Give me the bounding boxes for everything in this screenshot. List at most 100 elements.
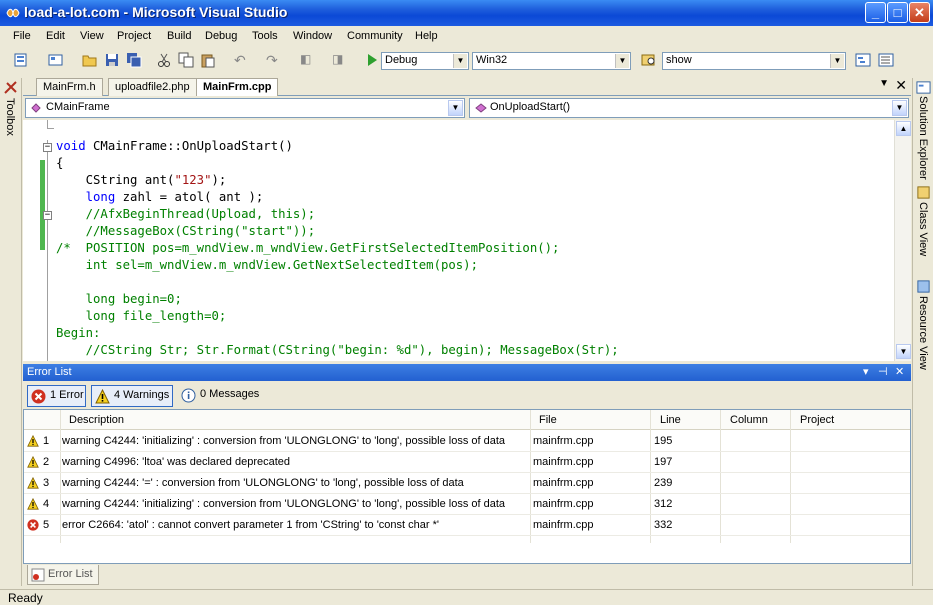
row-description: warning C4244: 'initializing' : conversi…: [62, 498, 506, 510]
class-icon: [31, 103, 41, 113]
active-files-dropdown-icon[interactable]: ▼: [879, 78, 889, 89]
row-file: mainfrm.cpp: [533, 519, 594, 531]
toolbox-tab[interactable]: Toolbox: [4, 98, 16, 136]
code-line: Begin:: [56, 325, 100, 342]
collapse-icon[interactable]: −: [43, 211, 52, 220]
navigate-forward-icon[interactable]: ◨: [332, 52, 348, 68]
scroll-up-icon[interactable]: ▲: [896, 121, 911, 136]
status-bar: Ready: [0, 589, 933, 605]
errors-filter-button[interactable]: 1 Error: [27, 385, 86, 407]
column-header-column[interactable]: Column: [730, 414, 768, 426]
toolbox-icon[interactable]: [3, 80, 19, 96]
error-list-table: Description File Line Column Project 1 wa…: [23, 409, 911, 564]
solution-configuration-dropdown[interactable]: Debug ▼: [381, 52, 469, 70]
copy-icon[interactable]: [178, 52, 194, 68]
table-row[interactable]: 2 warning C4996: 'ltoa' was declared depr…: [24, 452, 910, 473]
menu-tools[interactable]: Tools: [252, 30, 278, 42]
warnings-filter-label: 4 Warnings: [114, 389, 170, 401]
properties-icon[interactable]: [878, 52, 894, 68]
code-token: );: [211, 173, 227, 187]
error-list-title: Error List: [27, 366, 72, 378]
close-button[interactable]: ✕: [909, 2, 930, 23]
code-line: //MessageBox(CString("start"));: [56, 223, 316, 240]
tab-uploadfile2-php[interactable]: uploadfile2.php: [108, 78, 197, 96]
table-row[interactable]: 4 warning C4244: 'initializing' : convers…: [24, 494, 910, 515]
table-row[interactable]: 3 warning C4244: '=' : conversion from 'U…: [24, 473, 910, 494]
code-editor[interactable]: − − void CMainFrame::OnUploadStart(){ CS…: [23, 120, 894, 361]
new-project-icon[interactable]: [14, 52, 30, 68]
error-icon: [27, 519, 39, 534]
tab-mainfrm-h[interactable]: MainFrm.h: [36, 78, 103, 96]
add-item-icon[interactable]: [48, 52, 64, 68]
row-file: mainfrm.cpp: [533, 456, 594, 468]
method-icon: [475, 103, 487, 113]
menu-edit[interactable]: Edit: [46, 30, 65, 42]
tab-mainfrm-cpp[interactable]: MainFrm.cpp: [196, 78, 279, 97]
maximize-button[interactable]: □: [887, 2, 908, 23]
column-header-description[interactable]: Description: [69, 414, 124, 426]
editor-vertical-scrollbar[interactable]: ▲ ▼: [894, 120, 911, 361]
find-in-files-icon[interactable]: [641, 52, 657, 68]
window-position-dropdown-icon[interactable]: ▾: [863, 365, 869, 378]
error-list-panel: Error List ▾ ⊣ ✕ 1 Error 4 Warnings 0 Me…: [23, 364, 911, 564]
warnings-filter-button[interactable]: 4 Warnings: [91, 385, 173, 407]
resource-view-tab[interactable]: Resource View: [917, 296, 929, 370]
column-header-line[interactable]: Line: [660, 414, 681, 426]
cut-icon[interactable]: [156, 52, 172, 68]
code-token: long begin=0;: [56, 292, 182, 306]
chevron-down-icon: ▼: [448, 100, 463, 116]
error-list-bottom-tab[interactable]: Error List: [27, 565, 99, 585]
save-icon[interactable]: [104, 52, 120, 68]
close-document-icon[interactable]: ✕: [895, 77, 907, 94]
warning-icon: [27, 476, 39, 492]
paste-icon[interactable]: [200, 52, 216, 68]
solution-platform-dropdown[interactable]: Win32 ▼: [472, 52, 631, 70]
redo-icon[interactable]: ↷: [266, 52, 282, 68]
menu-build[interactable]: Build: [167, 30, 191, 42]
solution-explorer-icon[interactable]: [855, 52, 871, 68]
find-combo[interactable]: show ▼: [662, 52, 846, 70]
member-dropdown-value: OnUploadStart(): [490, 101, 571, 113]
navigate-backward-icon[interactable]: ◧: [300, 52, 316, 68]
code-token: {: [56, 156, 64, 170]
open-file-icon[interactable]: [82, 52, 98, 68]
class-dropdown[interactable]: CMainFrame ▼: [25, 98, 465, 118]
save-all-icon[interactable]: [126, 52, 142, 68]
menu-help[interactable]: Help: [415, 30, 438, 42]
row-file: mainfrm.cpp: [533, 498, 594, 510]
collapse-icon[interactable]: −: [43, 143, 52, 152]
scroll-down-icon[interactable]: ▼: [896, 344, 911, 359]
undo-icon[interactable]: ↶: [234, 52, 250, 68]
table-row[interactable]: 5 error C2664: 'atol' : cannot convert pa…: [24, 515, 910, 536]
messages-filter-button[interactable]: 0 Messages: [178, 385, 263, 407]
code-token: void: [56, 139, 94, 153]
solution-configuration-value: Debug: [385, 54, 418, 66]
fold-end-marker: [47, 120, 54, 129]
code-line: int sel=m_wndView.m_wndView.GetNextSelec…: [56, 257, 478, 274]
row-number: 2: [43, 456, 50, 468]
code-line: long begin=0;: [56, 291, 182, 308]
member-dropdown[interactable]: OnUploadStart() ▼: [469, 98, 909, 118]
find-combo-value: show: [666, 54, 692, 66]
menu-window[interactable]: Window: [293, 30, 332, 42]
table-row[interactable]: 1 warning C4244: 'initializing' : convers…: [24, 431, 910, 452]
error-filter-bar: 1 Error 4 Warnings 0 Messages: [23, 381, 911, 409]
menu-view[interactable]: View: [80, 30, 104, 42]
menu-project[interactable]: Project: [117, 30, 151, 42]
status-text: Ready: [8, 591, 43, 605]
title-bar: load-a-lot.com - Microsoft Visual Studio…: [0, 0, 933, 26]
column-header-file[interactable]: File: [539, 414, 557, 426]
start-debugging-icon[interactable]: [364, 52, 380, 68]
code-token: //MessageBox(CString("start"));: [56, 224, 316, 238]
minimize-button[interactable]: _: [865, 2, 886, 23]
class-view-tab[interactable]: Class View: [917, 202, 929, 256]
solution-explorer-tab[interactable]: Solution Explorer: [917, 96, 929, 180]
code-token: /* POSITION pos=m_wndView.m_wndView.GetF…: [56, 241, 560, 255]
column-header-project[interactable]: Project: [800, 414, 834, 426]
close-panel-icon[interactable]: ✕: [895, 365, 904, 378]
document-tab-strip: MainFrm.h uploadfile2.php MainFrm.cpp ▼ …: [23, 76, 911, 97]
auto-hide-pin-icon[interactable]: ⊣: [878, 365, 888, 378]
menu-community[interactable]: Community: [347, 30, 403, 42]
menu-debug[interactable]: Debug: [205, 30, 237, 42]
menu-file[interactable]: File: [13, 30, 31, 42]
